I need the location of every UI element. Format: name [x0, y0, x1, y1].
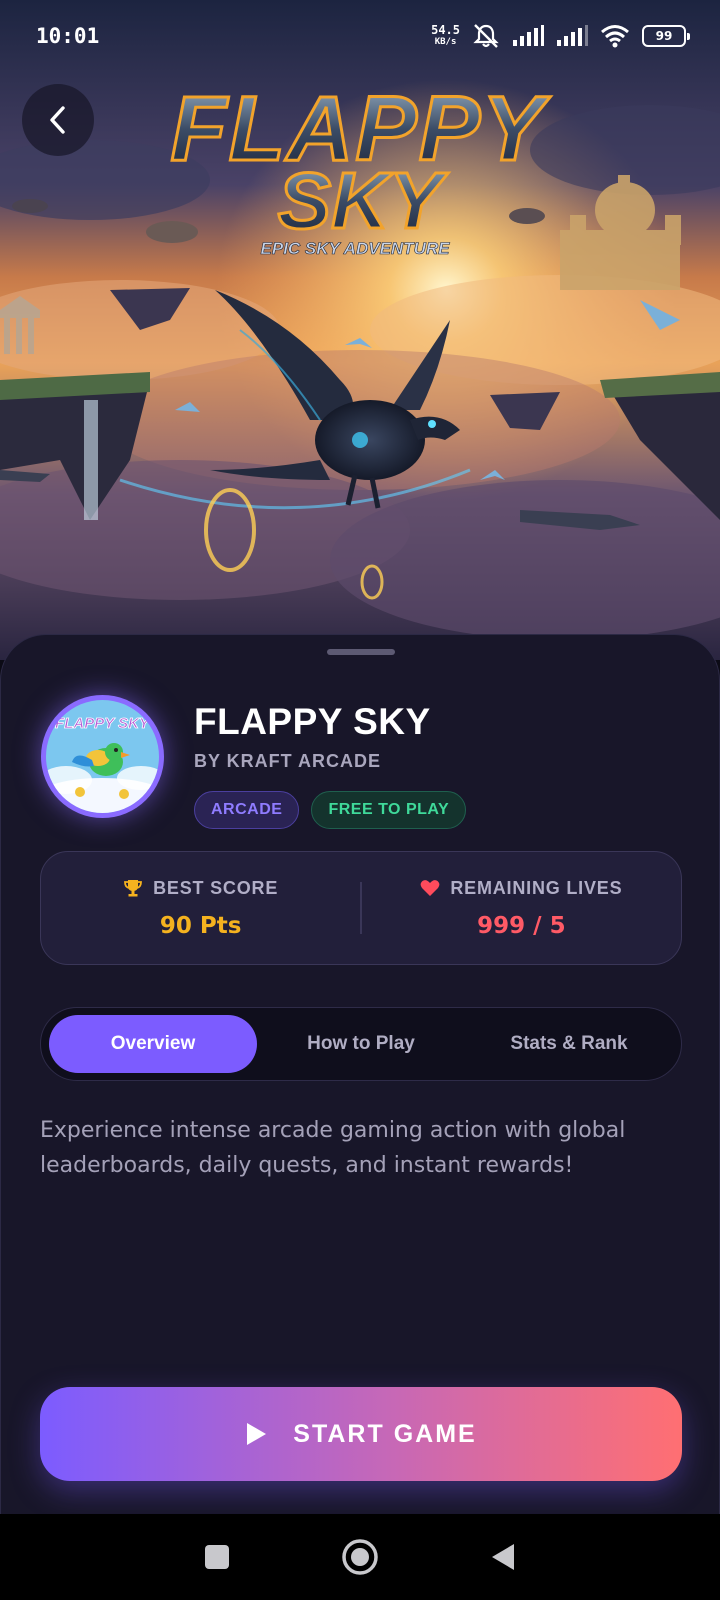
best-score-stat: BEST SCORE 90 Pts	[41, 852, 360, 964]
status-bar: 10:01 54.5 KB/s 99	[0, 0, 720, 72]
tab-how-to-play[interactable]: How to Play	[257, 1015, 465, 1073]
wifi-icon	[601, 25, 629, 48]
battery-icon: 99	[642, 25, 690, 47]
net-speed: 54.5 KB/s	[431, 24, 460, 48]
hero-banner: FLAPPY SKY EPIC SKY ADVENTURE	[0, 0, 720, 660]
sheet-drag-handle[interactable]	[327, 649, 395, 655]
start-game-label: START GAME	[293, 1419, 477, 1448]
tab-bar: Overview How to Play Stats & Rank	[40, 1007, 682, 1081]
system-nav-bar	[0, 1514, 720, 1600]
mute-icon	[473, 24, 499, 48]
game-details-sheet: FLAPPY SKY FLAPPY SKY BY KRAFT ARCADE AR…	[0, 634, 720, 1514]
tab-stats-rank[interactable]: Stats & Rank	[465, 1015, 673, 1073]
status-time: 10:01	[36, 24, 100, 48]
signal-icon	[557, 25, 588, 46]
net-speed-unit: KB/s	[434, 37, 457, 47]
play-icon	[247, 1423, 267, 1445]
hero-logo-line2: SKY	[278, 156, 449, 245]
status-icons: 54.5 KB/s 99	[431, 23, 690, 49]
remaining-lives-label: REMAINING LIVES	[450, 877, 623, 898]
game-icon-artwork: FLAPPY SKY	[46, 700, 159, 813]
best-score-label: BEST SCORE	[153, 877, 279, 898]
tag-free-to-play: FREE TO PLAY	[311, 791, 467, 829]
tag-list: ARCADE FREE TO PLAY	[194, 791, 467, 829]
tab-overview[interactable]: Overview	[49, 1015, 257, 1073]
home-circle-icon[interactable]	[341, 1538, 379, 1576]
remaining-lives-stat: REMAINING LIVES 999 / 5	[362, 852, 681, 964]
net-speed-value: 54.5	[431, 23, 460, 37]
game-icon: FLAPPY SKY	[41, 695, 164, 818]
back-triangle-icon[interactable]	[489, 1542, 517, 1572]
back-button[interactable]	[22, 84, 94, 156]
hero-logo-tagline: EPIC SKY ADVENTURE	[261, 239, 451, 258]
tag-arcade: ARCADE	[194, 791, 300, 829]
remaining-lives-value: 999 / 5	[477, 912, 566, 939]
game-title: FLAPPY SKY	[194, 701, 431, 742]
best-score-value: 90 Pts	[159, 912, 242, 939]
game-publisher: BY KRAFT ARCADE	[194, 751, 382, 771]
game-description: Experience intense arcade gaming action …	[40, 1118, 626, 1178]
game-icon-text: FLAPPY SKY	[55, 715, 151, 732]
signal-icon	[513, 25, 544, 46]
hero-artwork: FLAPPY SKY EPIC SKY ADVENTURE	[0, 0, 720, 660]
battery-level: 99	[655, 29, 673, 43]
recents-square-icon[interactable]	[203, 1543, 231, 1571]
start-game-button[interactable]: START GAME	[40, 1387, 682, 1481]
heart-icon	[420, 880, 440, 896]
trophy-icon	[124, 880, 143, 897]
chevron-left-icon	[50, 106, 65, 134]
stats-card: BEST SCORE 90 Pts REMAINING LIVES 999 / …	[40, 851, 682, 965]
